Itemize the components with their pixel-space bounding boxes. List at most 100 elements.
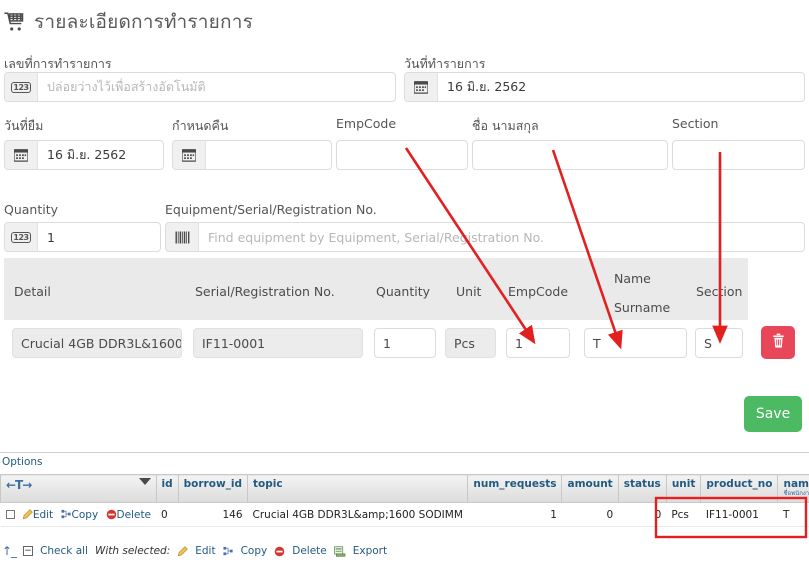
check-all-checkbox[interactable]: − xyxy=(23,546,34,556)
transaction-no-input[interactable]: 123 ปล่อยว่างไว้เพื่อสร้างอัตโนมัติ xyxy=(4,72,396,102)
pma-cell-id: 0 xyxy=(156,502,179,527)
calendar-icon xyxy=(5,141,38,169)
pma-col-borrow-id[interactable]: borrow_id xyxy=(177,474,249,503)
shopping-cart-icon xyxy=(4,11,26,33)
pma-col-num-requests[interactable]: num_requests xyxy=(467,474,563,503)
number-123-icon: 123 xyxy=(5,223,38,251)
calendar-icon xyxy=(405,73,438,101)
borrow-date-label: วันที่ยืม xyxy=(4,118,44,133)
arrow-up-left-icon: ↑_ xyxy=(2,544,17,558)
pma-cell-borrow-id: 146 xyxy=(178,502,248,527)
pma-options-link[interactable]: Options xyxy=(2,456,43,468)
empcode-label: EmpCode xyxy=(336,116,397,131)
save-button[interactable]: Save xyxy=(744,396,802,432)
items-table-header: Detail Serial/Registration No. Quantity … xyxy=(4,258,748,320)
transaction-date-input[interactable]: 16 มิ.ย. 2562 xyxy=(404,72,805,102)
pma-col-product-no[interactable]: product_no xyxy=(700,474,779,503)
copy-icon xyxy=(223,545,234,557)
pencil-icon xyxy=(22,509,33,521)
footer-delete-link[interactable]: Delete xyxy=(292,545,327,557)
empcode-input[interactable] xyxy=(336,140,468,170)
due-date-input[interactable] xyxy=(172,140,332,170)
items-table: Detail Serial/Registration No. Quantity … xyxy=(4,258,795,366)
quantity-input[interactable]: 123 1 xyxy=(4,222,161,252)
pma-cell-amount: 0 xyxy=(561,502,619,527)
transaction-date-value: 16 มิ.ย. 2562 xyxy=(447,79,527,94)
pma-col-amount[interactable]: amount xyxy=(561,474,619,503)
fullname-label: ชื่อ นามสกุล xyxy=(472,118,539,133)
col-header-unit: Unit xyxy=(456,284,482,299)
cell-serial[interactable]: IF11-0001 xyxy=(193,328,363,358)
row-checkbox[interactable] xyxy=(5,510,15,519)
cell-unit[interactable]: Pcs xyxy=(445,328,496,358)
pma-cell-product-no: IF11-0001 xyxy=(700,502,778,527)
page-header: รายละเอียดการทำรายการ xyxy=(0,6,809,38)
pma-cell-status: 0 xyxy=(618,502,667,527)
pma-header-row: ←T→ id borrow_id topic num_requests amou… xyxy=(0,474,809,503)
pma-col-name[interactable]: name ชื่อพนักงาน xyxy=(777,474,809,503)
pma-col-unit[interactable]: unit xyxy=(665,474,702,503)
row-edit-link[interactable]: Edit xyxy=(33,509,53,521)
number-123-icon: 123 xyxy=(5,73,38,101)
section-input[interactable] xyxy=(672,140,805,170)
footer-edit-link[interactable]: Edit xyxy=(195,545,215,557)
equipment-label: Equipment/Serial/Registration No. xyxy=(165,202,377,217)
copy-icon xyxy=(60,509,72,521)
barcode-icon xyxy=(166,223,199,251)
cell-section[interactable]: S xyxy=(695,328,743,358)
pma-cell-unit: Pcs xyxy=(666,502,701,527)
pma-col-status[interactable]: status xyxy=(617,474,667,503)
pma-col-name-label: name xyxy=(783,478,809,490)
footer-copy-link[interactable]: Copy xyxy=(241,545,268,557)
section-divider xyxy=(0,452,809,453)
pma-col-id[interactable]: id xyxy=(155,474,179,503)
chevron-down-icon[interactable] xyxy=(138,478,151,485)
transaction-no-value: ปล่อยว่างไว้เพื่อสร้างอัตโนมัติ xyxy=(47,79,206,94)
cell-quantity[interactable]: 1 xyxy=(374,328,436,358)
due-date-label: กำหนดคืน xyxy=(172,118,229,133)
page-title: รายละเอียดการทำรายการ xyxy=(34,11,253,33)
pma-data-row: Edit Copy Delete 0 146 Crucial 4GB DDR3L… xyxy=(0,502,809,527)
col-header-empcode: EmpCode xyxy=(508,284,569,299)
quantity-value: 1 xyxy=(47,229,55,245)
pma-footer-actions: ↑_ − Check all With selected: Edit Copy xyxy=(2,544,387,558)
transaction-no-label: เลขที่การทำรายการ xyxy=(4,56,112,71)
pma-cell-topic: Crucial 4GB DDR3L&amp;1600 SODIMM xyxy=(247,502,468,527)
pma-row-options: Edit Copy Delete xyxy=(0,502,157,527)
col-header-quantity: Quantity xyxy=(376,284,431,299)
quantity-label: Quantity xyxy=(4,202,59,217)
delete-row-button[interactable] xyxy=(761,326,795,359)
delete-circle-icon xyxy=(274,545,285,557)
row-delete-link[interactable]: Delete xyxy=(117,509,152,521)
pma-cell-num-requests: 1 xyxy=(467,502,562,527)
row-copy-link[interactable]: Copy xyxy=(72,509,99,521)
col-header-serial: Serial/Registration No. xyxy=(195,284,335,299)
borrow-date-value: 16 มิ.ย. 2562 xyxy=(47,147,127,162)
pencil-icon xyxy=(177,545,189,557)
pma-results-table: ←T→ id borrow_id topic num_requests amou… xyxy=(0,474,809,527)
trash-icon xyxy=(772,333,785,352)
pma-col-name-sub: ชื่อพนักงาน xyxy=(783,490,809,497)
export-icon xyxy=(333,545,346,557)
borrow-date-input[interactable]: 16 มิ.ย. 2562 xyxy=(4,140,164,170)
calendar-icon xyxy=(173,141,206,169)
check-all-link[interactable]: Check all xyxy=(40,545,88,557)
section-label: Section xyxy=(672,116,719,131)
col-header-name: Name xyxy=(614,271,651,286)
pma-col-options[interactable]: ←T→ xyxy=(0,474,157,503)
equipment-input[interactable]: Find equipment by Equipment, Serial/Regi… xyxy=(165,222,805,252)
cell-empcode[interactable]: 1 xyxy=(506,328,570,358)
table-row: Crucial 4GB DDR3L&1600 IF11-0001 1 Pcs 1… xyxy=(4,320,804,366)
cell-name[interactable]: T xyxy=(584,328,687,358)
cell-detail[interactable]: Crucial 4GB DDR3L&1600 xyxy=(12,328,182,358)
pma-col-topic[interactable]: topic xyxy=(247,474,469,503)
equipment-value: Find equipment by Equipment, Serial/Regi… xyxy=(208,229,544,245)
app-root: รายละเอียดการทำรายการ เลขที่การทำรายการ … xyxy=(0,0,809,583)
col-header-surname: Surname xyxy=(614,300,671,315)
col-header-detail: Detail xyxy=(14,284,51,299)
delete-circle-icon xyxy=(106,509,117,521)
transaction-date-label: วันที่ทำรายการ xyxy=(404,56,486,71)
footer-export-link[interactable]: Export xyxy=(353,545,387,557)
pma-cell-name: T xyxy=(777,502,809,527)
fullname-input[interactable] xyxy=(472,140,668,170)
